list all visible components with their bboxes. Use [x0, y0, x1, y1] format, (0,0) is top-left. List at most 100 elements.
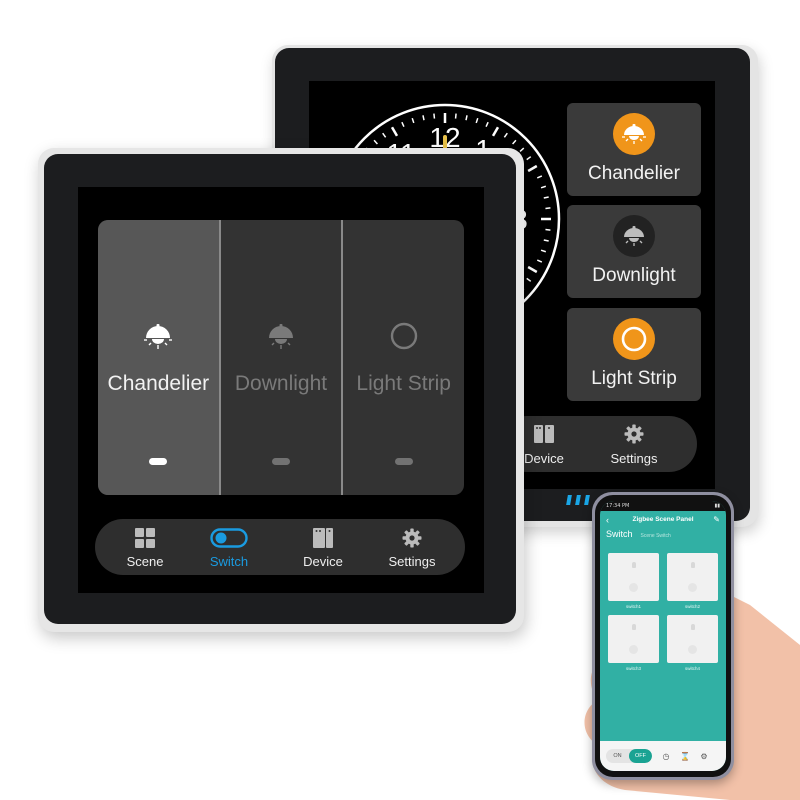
- switch-tile[interactable]: switch3: [608, 615, 659, 671]
- clock-tick: [485, 121, 489, 128]
- clock-tick: [411, 117, 415, 124]
- chevron-left-icon[interactable]: ‹: [606, 511, 609, 529]
- switch-group: Chandelier Downlight Light Strip: [98, 220, 464, 495]
- bulb-icon: [690, 624, 695, 630]
- back-nav-settings[interactable]: Settings: [599, 424, 669, 466]
- back-card-label: Chandelier: [588, 163, 680, 184]
- switch-name: switch3: [625, 666, 641, 671]
- clock-tick: [401, 121, 405, 128]
- nav-label: Settings: [388, 554, 436, 569]
- chandelier-icon: [613, 113, 655, 155]
- clock-tick: [536, 259, 543, 263]
- clock-tick: [475, 117, 479, 124]
- nav-scene[interactable]: Scene: [105, 528, 185, 569]
- clock-tick: [390, 126, 399, 137]
- nav-label: Scene: [126, 554, 164, 569]
- gear-icon: [402, 528, 422, 548]
- back-bottom-nav: Device Settings: [499, 416, 697, 472]
- clock-tick: [503, 132, 508, 138]
- on-option[interactable]: ON: [606, 749, 629, 763]
- clock-tick: [512, 139, 517, 145]
- front-panel-bezel: Chandelier Downlight Light Strip Scene S…: [44, 154, 516, 624]
- clock-tick: [433, 113, 436, 119]
- toggle-icon: [210, 528, 248, 548]
- app-tabs: Switch Scene Switch: [600, 529, 726, 543]
- clock-tick: [526, 277, 532, 282]
- clock-tick: [545, 228, 551, 231]
- bulb-icon: [631, 624, 636, 630]
- clock-tick: [536, 175, 543, 179]
- nav-settings[interactable]: Settings: [372, 528, 452, 569]
- clock-tick: [465, 115, 468, 121]
- switch-indicator: [149, 458, 168, 465]
- front-bottom-nav: Scene Switch Device Settings: [95, 519, 465, 575]
- device-icon: [534, 425, 554, 443]
- scene-grid-icon: [135, 528, 155, 548]
- back-card-light-strip[interactable]: Light Strip: [567, 308, 701, 401]
- clock-tick: [543, 196, 549, 199]
- smartphone: 17:34 PM ▮▮ ‹ Zigbee Scene Panel ✎ Switc…: [592, 492, 734, 780]
- app-title: Zigbee Scene Panel: [632, 516, 694, 523]
- nav-device[interactable]: Device: [283, 528, 363, 569]
- back-card-label: Light Strip: [591, 368, 677, 389]
- clock-tick: [540, 185, 547, 189]
- front-panel-device: Chandelier Downlight Light Strip Scene S…: [38, 148, 524, 632]
- on-off-toggle[interactable]: ON OFF: [606, 749, 652, 763]
- chandelier-icon: [144, 324, 173, 349]
- status-bar: 17:34 PM ▮▮: [600, 501, 726, 511]
- hourglass-icon[interactable]: ⌛: [680, 751, 690, 761]
- switch-indicator: [394, 458, 413, 465]
- tab-scene-switch[interactable]: Scene Switch: [641, 533, 671, 539]
- switch-tile[interactable]: switch4: [667, 615, 718, 671]
- product-photo: 12 1 2 3 4 11 Chandelier: [0, 0, 800, 800]
- back-card-label: Downlight: [592, 265, 676, 286]
- clock-tick: [373, 139, 378, 145]
- nav-label: Settings: [610, 451, 658, 466]
- nav-switch[interactable]: Switch: [189, 528, 269, 569]
- switch-indicator: [272, 458, 290, 465]
- nav-label: Switch: [209, 554, 249, 569]
- tab-switch[interactable]: Switch: [606, 529, 633, 539]
- switch-tile[interactable]: switch1: [608, 553, 659, 609]
- clock-tick: [540, 249, 547, 253]
- device-icon: [313, 528, 333, 548]
- signal-indicator: [566, 490, 594, 509]
- battery-icon: ▮▮: [714, 503, 720, 509]
- bulb-icon: [631, 562, 636, 568]
- switch-name: switch2: [684, 604, 700, 609]
- downlight-icon: [613, 215, 655, 257]
- back-card-chandelier[interactable]: Chandelier: [567, 103, 701, 196]
- switch-label: Downlight: [234, 372, 328, 395]
- clock-tick: [491, 126, 500, 137]
- switch-name: switch1: [625, 604, 641, 609]
- switch-chandelier[interactable]: Chandelier: [98, 220, 219, 495]
- gear-icon[interactable]: ⚙: [699, 751, 709, 761]
- gear-icon: [624, 424, 644, 444]
- front-panel-screen: Chandelier Downlight Light Strip Scene S…: [78, 187, 484, 593]
- clock-tick: [526, 156, 532, 161]
- off-option[interactable]: OFF: [629, 749, 652, 763]
- clock-tick: [519, 147, 525, 152]
- clock-tick: [543, 239, 549, 242]
- switch-light-strip[interactable]: Light Strip: [341, 220, 464, 495]
- pencil-icon[interactable]: ✎: [713, 511, 720, 529]
- switch-downlight[interactable]: Downlight: [218, 220, 342, 495]
- bulb-icon: [690, 562, 695, 568]
- clock-tick: [422, 115, 425, 121]
- switch-name: switch4: [684, 666, 700, 671]
- clock-tick: [382, 132, 387, 138]
- switch-tile[interactable]: switch2: [667, 553, 718, 609]
- switch-label: Chandelier: [107, 372, 210, 395]
- light-strip-icon: [390, 322, 417, 350]
- clock-tick: [454, 113, 457, 119]
- switch-label: Light Strip: [356, 372, 451, 395]
- app-header: ‹ Zigbee Scene Panel ✎: [600, 511, 726, 529]
- nav-label: Device: [303, 554, 343, 569]
- light-strip-icon: [613, 318, 655, 360]
- switch-grid: switch1 switch2 switch3 switch4: [608, 553, 718, 671]
- clock-icon[interactable]: ◷: [661, 751, 671, 761]
- clock-tick: [527, 164, 538, 173]
- downlight-icon: [269, 324, 293, 349]
- clock-tick: [527, 265, 538, 274]
- back-card-downlight[interactable]: Downlight: [567, 205, 701, 298]
